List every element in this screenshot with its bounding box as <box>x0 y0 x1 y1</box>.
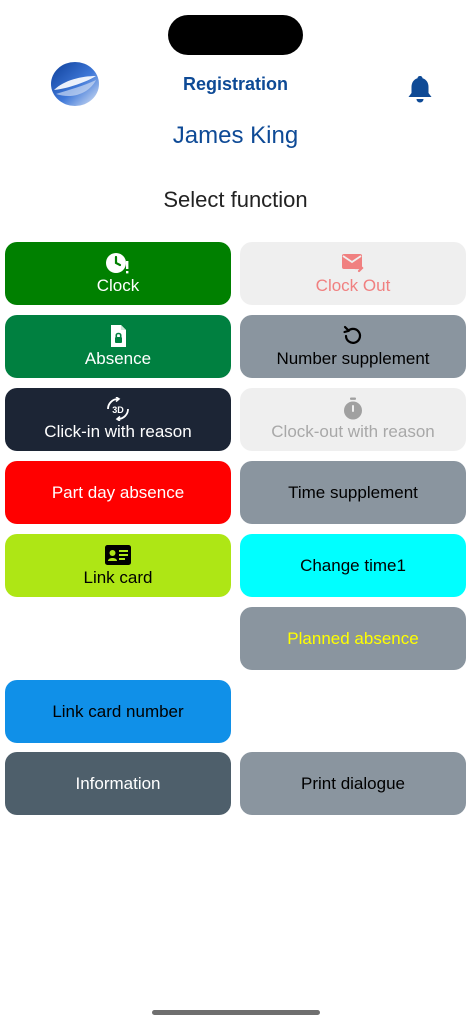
click-in-with-reason-button[interactable]: 3D Click-in with reason <box>5 388 231 451</box>
clock-out-button-label: Clock Out <box>315 276 391 295</box>
part-day-absence-button-label: Part day absence <box>51 482 185 502</box>
time-supplement-button-label: Time supplement <box>288 482 418 502</box>
absence-button[interactable]: Absence <box>5 315 231 378</box>
refresh-icon <box>343 325 362 344</box>
app-screen: Registration James King Select function … <box>0 0 471 1024</box>
information-button-label: Information <box>75 773 161 793</box>
information-button[interactable]: Information <box>5 752 231 815</box>
time-supplement-button[interactable]: Time supplement <box>240 461 466 524</box>
clock-out-with-reason-button-label: Clock-out with reason <box>271 422 435 441</box>
link-card-number-button-label: Link card number <box>52 701 184 721</box>
page-title: Registration <box>182 74 288 94</box>
link-card-number-button[interactable]: Link card number <box>5 680 231 743</box>
clock-button-label: Clock <box>96 276 140 295</box>
clock-out-button[interactable]: Clock Out <box>240 242 466 305</box>
absence-button-label: Absence <box>84 349 152 368</box>
dynamic-island <box>168 15 303 55</box>
clock-alert-icon <box>106 253 129 274</box>
svg-text:3D: 3D <box>112 405 124 415</box>
mail-forward-icon <box>342 254 364 273</box>
user-name: James King <box>172 122 299 149</box>
print-dialogue-button[interactable]: Print dialogue <box>240 752 466 815</box>
bell-icon[interactable] <box>406 74 434 104</box>
planned-absence-button[interactable]: Planned absence <box>240 607 466 670</box>
part-day-absence-button[interactable]: Part day absence <box>5 461 231 524</box>
number-supplement-button-label: Number supplement <box>276 349 430 368</box>
file-lock-icon <box>111 325 126 347</box>
change-time1-button[interactable]: Change time1 <box>240 534 466 597</box>
stopwatch-icon <box>344 397 362 420</box>
clock-out-with-reason-button[interactable]: Clock-out with reason <box>240 388 466 451</box>
id-card-icon <box>105 545 131 565</box>
home-indicator[interactable] <box>152 1010 320 1015</box>
link-card-button-label: Link card <box>83 568 153 587</box>
change-time1-button-label: Change time1 <box>300 555 406 575</box>
clock-button[interactable]: Clock <box>5 242 231 305</box>
click-in-with-reason-button-label: Click-in with reason <box>44 422 192 441</box>
planned-absence-button-label: Planned absence <box>287 628 419 648</box>
print-dialogue-button-label: Print dialogue <box>301 773 405 793</box>
number-supplement-button[interactable]: Number supplement <box>240 315 466 378</box>
rotate-3d-icon: 3D <box>107 397 129 421</box>
link-card-button[interactable]: Link card <box>5 534 231 597</box>
section-heading: Select function <box>163 187 308 212</box>
